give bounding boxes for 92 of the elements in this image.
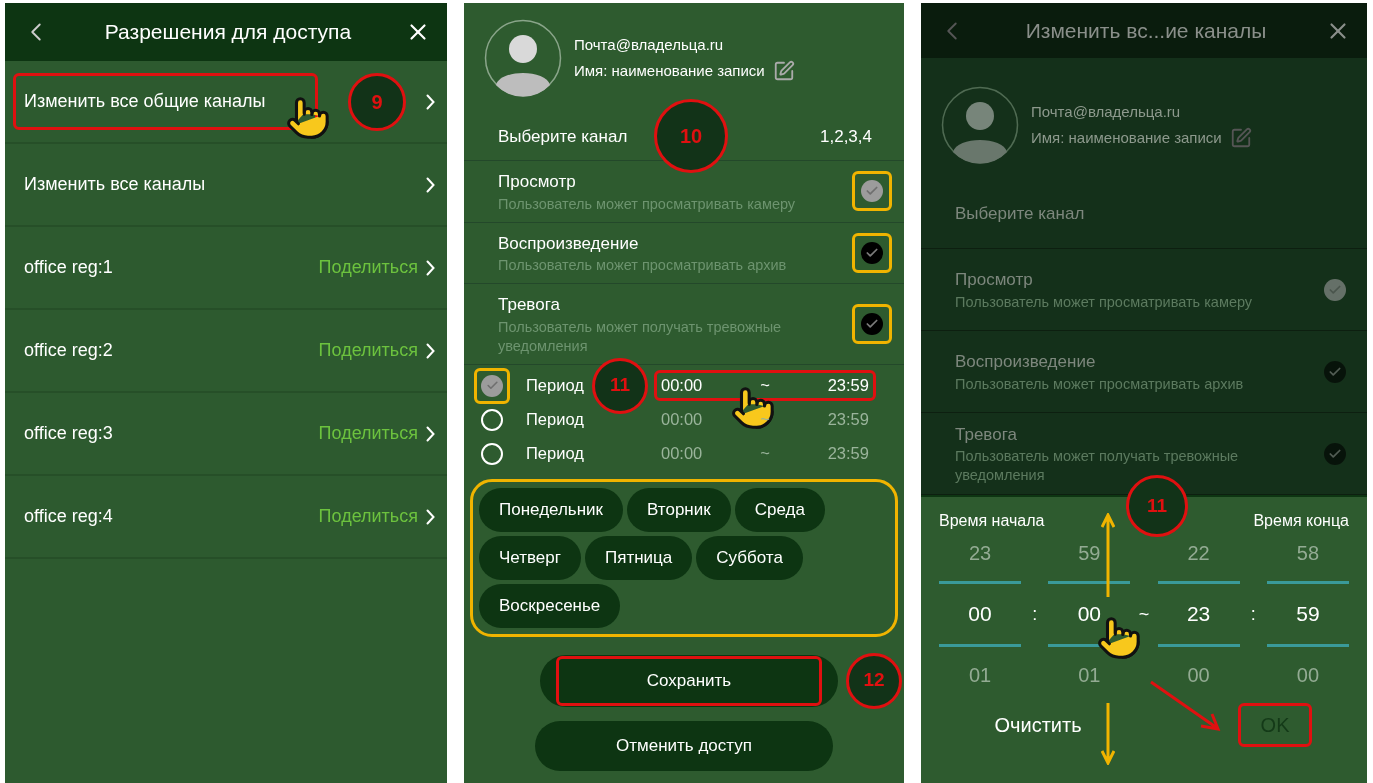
period-start-time[interactable]: 00:00 [661,373,703,398]
permission-description: Пользователь может просматривать архив [498,256,788,275]
weekday-chip[interactable]: Четверг [479,535,581,580]
weekday-chip[interactable]: Воскресенье [479,583,621,628]
avatar-icon [484,19,562,97]
period-end-time[interactable]: 23:59 [827,373,869,398]
period-separator: ~ [760,443,770,465]
avatar-icon [941,86,1019,164]
permission-title: Воспроизведение [498,232,640,255]
step-number: 12 [846,652,902,709]
step-number: 11 [592,357,648,414]
checkbox[interactable] [861,312,883,335]
owner-email: Почта@владельца.ru [1031,101,1182,122]
period-end-time[interactable]: 23:59 [827,441,869,466]
share-link[interactable]: Поделиться [318,337,418,364]
chevron-right-icon [426,508,435,525]
period-label: Период [526,375,585,397]
item-label: office reg:4 [24,506,113,526]
record-name: Имя: наименование записи [574,61,765,81]
edit-icon[interactable] [772,60,795,83]
period-radio[interactable] [481,374,503,397]
channel-value[interactable]: 1,2,3,4 [820,123,872,150]
permission-description: Пользователь может получать тревожные уведомления [498,317,783,356]
checkbox[interactable] [861,241,883,264]
list-item[interactable]: Изменить все каналы [5,144,447,227]
period-end-time[interactable]: 23:59 [827,407,869,432]
weekday-chip[interactable]: Среда [734,487,825,532]
edit-icon[interactable] [1229,127,1252,150]
chevron-right-icon [426,93,435,110]
list-item[interactable]: Изменить все общие каналы 9 [5,61,447,144]
share-link[interactable]: Поделиться [318,503,418,530]
item-label: office reg:2 [24,340,113,360]
checkbox[interactable] [1324,442,1346,465]
start-time-label: Время начала [939,511,1045,531]
revoke-access-button[interactable]: Отменить доступ [535,720,833,771]
screen-title: Разрешения для доступа [104,19,352,46]
item-label: office reg:3 [24,423,113,443]
save-button[interactable]: Сохранить [556,655,822,706]
tilde-separator: ~ [1137,602,1151,626]
weekday-chip[interactable]: Вторник [627,487,731,532]
step-number: 9 [348,72,406,131]
permission-title: Просмотр [955,269,1034,292]
item-label: office reg:1 [24,257,113,277]
permission-description: Пользователь может просматривать камеру [498,194,797,214]
end-time-label: Время конца [1253,511,1349,531]
period-radio[interactable] [481,408,503,431]
clear-button[interactable]: Очистить [975,703,1101,747]
up-arrow-icon [1101,513,1115,597]
down-arrow-icon [1101,703,1115,765]
weekday-chip[interactable]: Суббота [696,535,803,580]
screen-title: Изменить вс...ие каналы [1025,17,1267,44]
diagonal-arrow-icon [1149,680,1221,732]
colon-separator: : [1249,602,1257,626]
step-number: 11 [1126,475,1188,537]
period-separator: ~ [760,375,770,397]
checkbox[interactable] [1324,360,1346,383]
weekday-chip[interactable]: Пятница [584,535,693,580]
weekday-chip[interactable]: Понедельник [479,487,624,532]
period-radio[interactable] [481,442,503,465]
channel-label: Выберите канал [498,125,628,148]
picker-selected-value[interactable]: 23 [1157,581,1240,647]
list-item[interactable]: office reg:4 Поделиться [5,476,447,559]
permission-description: Пользователь может просматривать архив [955,374,1245,394]
period-separator: ~ [760,409,770,431]
period-label: Период [526,409,585,431]
item-label: Изменить все общие каналы [24,91,266,111]
chevron-right-icon [426,425,435,442]
record-name: Имя: наименование записи [1031,128,1222,148]
share-link[interactable]: Поделиться [318,420,418,447]
item-label: Изменить все каналы [24,174,206,194]
period-start-time[interactable]: 00:00 [661,407,703,432]
chevron-right-icon [426,176,435,193]
picker-selected-value[interactable]: 00 [939,581,1021,647]
permission-title: Тревога [498,294,561,316]
period-start-time[interactable]: 00:00 [661,441,703,466]
channel-label: Выберите канал [955,203,1085,226]
chevron-right-icon [426,259,435,276]
period-label: Период [526,443,585,465]
list-item[interactable]: office reg:2 Поделиться [5,310,447,393]
picker-selected-value[interactable]: 59 [1266,581,1349,647]
list-item[interactable]: office reg:3 Поделиться [5,393,447,476]
checkmark-icon [485,379,499,392]
permission-title: Тревога [955,423,1018,446]
permission-description: Пользователь может просматривать камеру [955,292,1254,312]
list-item[interactable]: office reg:1 Поделиться [5,227,447,310]
chevron-right-icon [426,342,435,359]
step-number: 10 [654,99,728,173]
permission-title: Воспроизведение [955,351,1097,374]
permission-title: Просмотр [498,171,577,193]
owner-email: Почта@владельца.ru [574,34,725,55]
share-link[interactable]: Поделиться [318,254,418,281]
colon-separator: : [1031,602,1039,626]
